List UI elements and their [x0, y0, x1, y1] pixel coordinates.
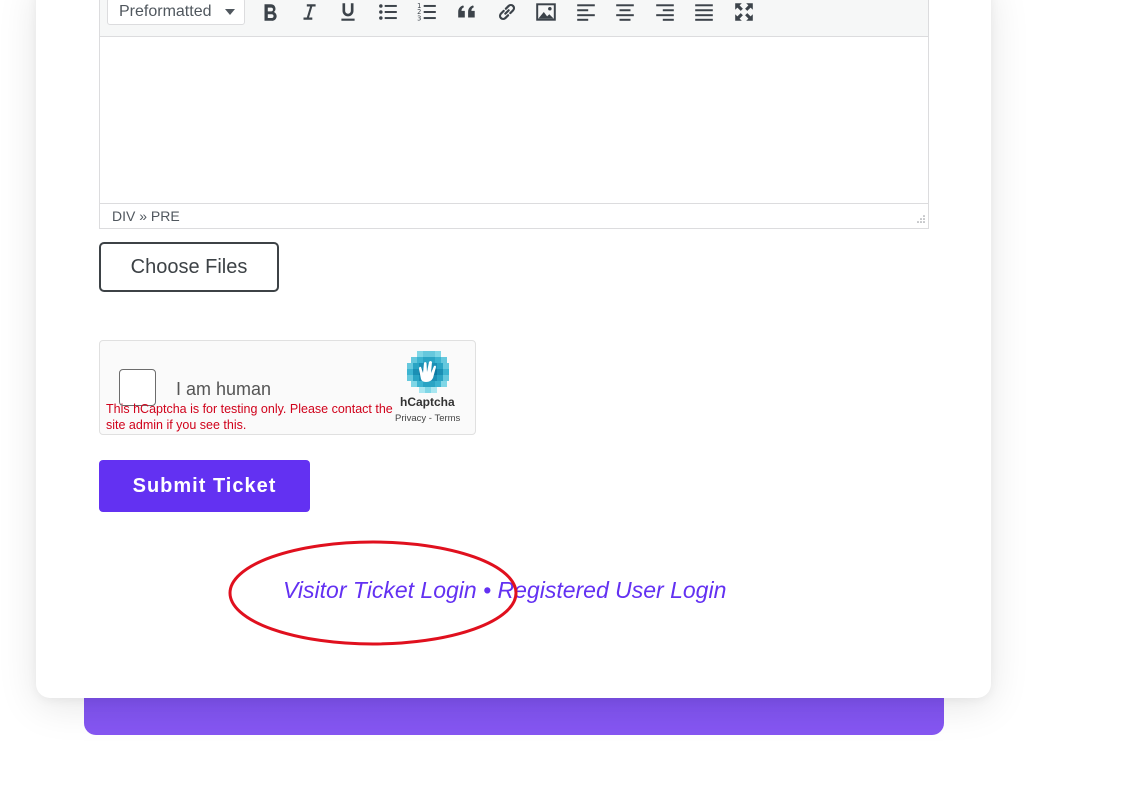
image-icon: [536, 3, 556, 21]
link-button[interactable]: [493, 0, 521, 25]
blockquote-button[interactable]: [453, 0, 481, 25]
align-left-icon: [577, 4, 595, 21]
element-path: DIV » PRE: [112, 208, 180, 224]
captcha-terms-link[interactable]: Terms: [434, 413, 460, 424]
submit-ticket-button[interactable]: Submit Ticket: [99, 460, 310, 512]
fullscreen-button[interactable]: [730, 0, 758, 25]
numbered-list-icon: 123: [417, 2, 436, 22]
captcha-warning: This hCaptcha is for testing only. Pleas…: [106, 402, 393, 432]
italic-icon: [303, 4, 316, 20]
registered-user-login-link[interactable]: Registered User Login: [498, 577, 727, 603]
underline-button[interactable]: [334, 0, 362, 25]
align-right-icon: [656, 4, 674, 21]
image-button[interactable]: [532, 0, 560, 25]
hcaptcha-widget: I am human This hCaptcha is for testing …: [99, 340, 476, 435]
captcha-label: I am human: [176, 379, 272, 399]
format-select[interactable]: Preformatted: [107, 0, 245, 25]
editor-status-bar: DIV » PRE: [100, 203, 928, 228]
numbered-list-button[interactable]: 123: [413, 0, 441, 25]
fullscreen-icon: [735, 3, 753, 21]
resize-grip-icon[interactable]: [915, 215, 925, 225]
svg-text:3: 3: [417, 14, 421, 22]
submit-ticket-label: Submit Ticket: [132, 474, 277, 497]
bullet-list-icon: [379, 4, 397, 20]
align-justify-button[interactable]: [690, 0, 718, 25]
italic-button[interactable]: [295, 0, 323, 25]
captcha-privacy-link[interactable]: Privacy: [395, 413, 426, 424]
annotation-ellipse: [228, 540, 518, 646]
chevron-down-icon: [225, 9, 235, 15]
align-right-button[interactable]: [651, 0, 679, 25]
format-select-value: Preformatted: [119, 3, 212, 20]
align-justify-icon: [695, 4, 713, 21]
blockquote-icon: [458, 5, 475, 18]
hcaptcha-brand: hCaptcha: [400, 395, 455, 409]
bold-button[interactable]: [256, 0, 284, 25]
choose-files-label: Choose Files: [130, 255, 248, 278]
bold-icon: [264, 4, 277, 21]
align-center-icon: [616, 4, 634, 21]
bullet-list-button[interactable]: [374, 0, 402, 25]
align-center-button[interactable]: [611, 0, 639, 25]
link-icon: [498, 3, 516, 21]
rich-text-editor: Preformatted 123 DIV » PRE: [99, 0, 929, 229]
underline-icon: [341, 3, 355, 21]
captcha-links: Privacy - Terms: [395, 413, 460, 424]
editor-toolbar: Preformatted 123: [100, 0, 928, 37]
align-left-button[interactable]: [572, 0, 600, 25]
hcaptcha-logo-icon: [407, 351, 449, 393]
choose-files-button[interactable]: Choose Files: [99, 242, 279, 292]
editor-content-area[interactable]: [100, 37, 928, 203]
